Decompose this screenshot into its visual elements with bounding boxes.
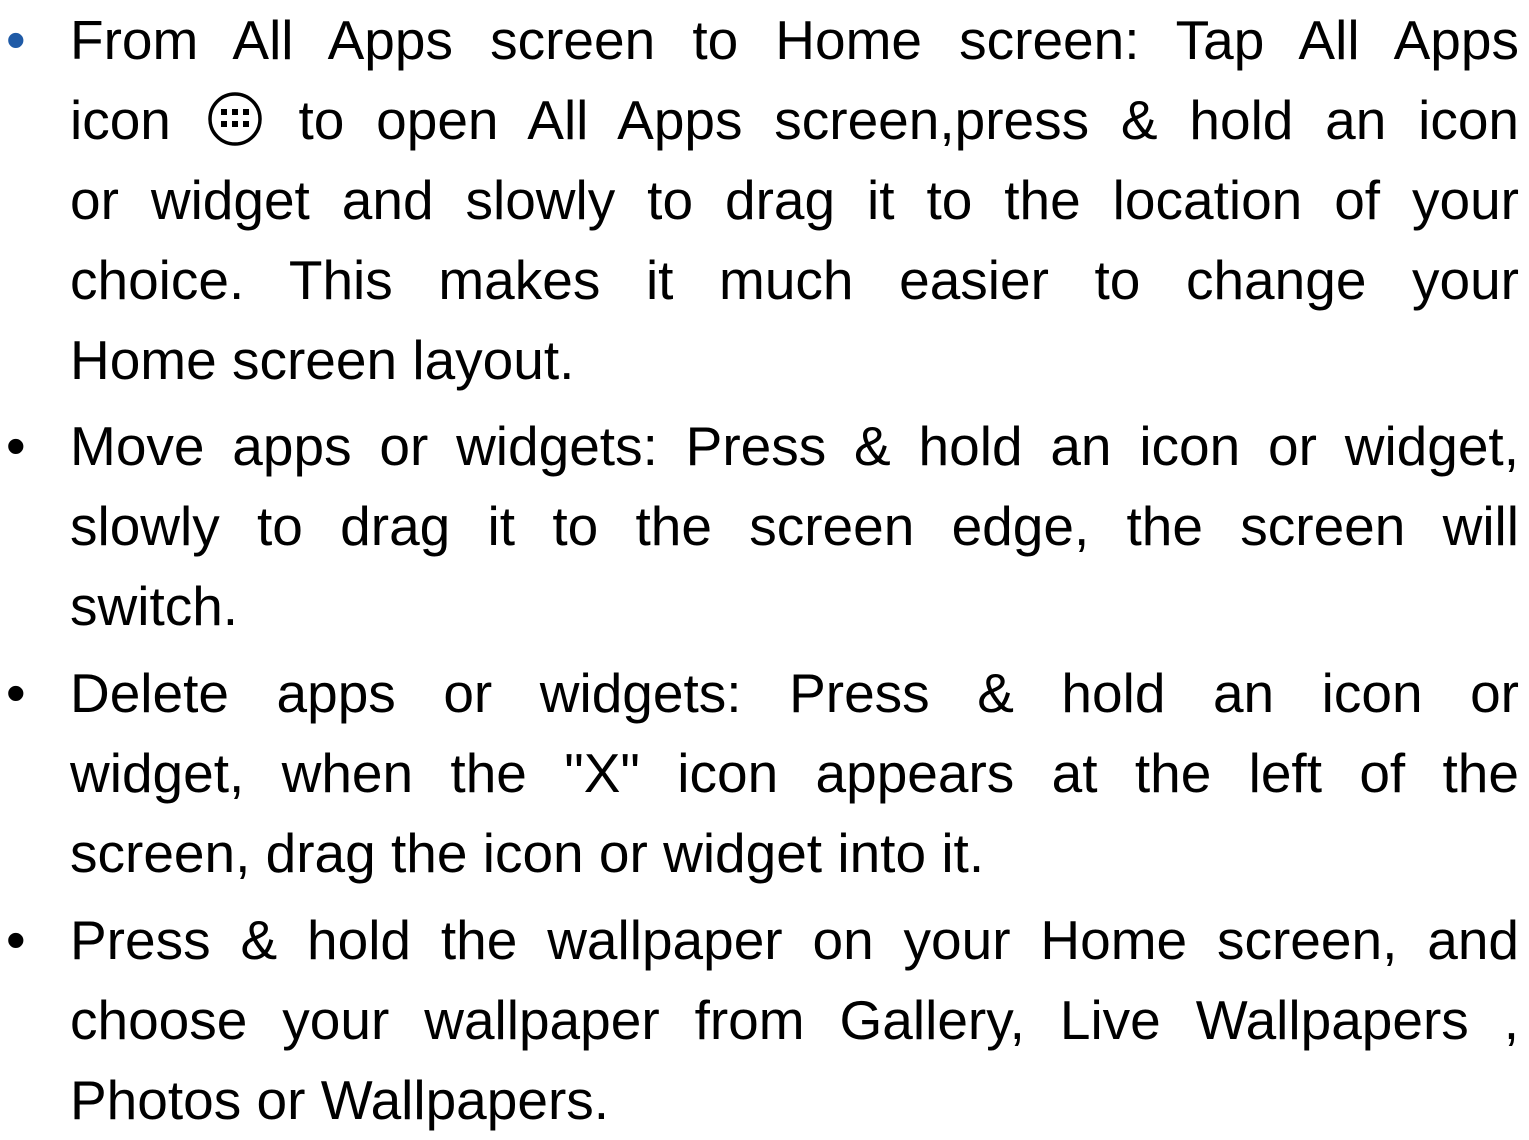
text-line: Delete apps or widgets: Press & hold an … bbox=[70, 662, 1519, 724]
text-line: Press & hold the wallpaper on your Home … bbox=[70, 909, 1519, 971]
paragraph: Press & hold the wallpaper on your Home … bbox=[70, 900, 1519, 1140]
text-fragment: icon bbox=[70, 89, 171, 151]
all-apps-icon bbox=[207, 92, 262, 146]
text-line: Photos or Wallpapers. bbox=[70, 1069, 610, 1131]
text-line: or widget and slowly to drag it to the l… bbox=[70, 169, 1519, 231]
bullet-marker: • bbox=[6, 661, 26, 724]
paragraph: Move apps or widgets: Press & hold an ic… bbox=[70, 406, 1519, 646]
text-line-with-icon: icon to open All Apps screen,press & hol… bbox=[70, 80, 1519, 160]
text-line: choice. This makes it much easier to cha… bbox=[70, 249, 1519, 311]
text-line: screen, drag the icon or widget into it. bbox=[70, 822, 985, 884]
paragraph: From All Apps screen to Home screen: Tap… bbox=[70, 0, 1519, 400]
text-line: widget, when the "X" icon appears at the… bbox=[70, 742, 1519, 804]
text-line: switch. bbox=[70, 575, 239, 637]
text-fragment: to open All Apps screen,press & hold an … bbox=[298, 89, 1520, 151]
text-line: Move apps or widgets: Press & hold an ic… bbox=[70, 415, 1519, 477]
bullet-marker: • bbox=[6, 414, 26, 477]
bullet-marker: • bbox=[6, 908, 26, 971]
text-line: From All Apps screen to Home screen: Tap… bbox=[70, 9, 1519, 71]
bullet-marker: • bbox=[6, 8, 26, 71]
instruction-page: • From All Apps screen to Home screen: T… bbox=[0, 0, 1529, 1131]
text-line: slowly to drag it to the screen edge, th… bbox=[70, 495, 1519, 557]
text-line: choose your wallpaper from Gallery, Live… bbox=[70, 989, 1519, 1051]
text-line: Home screen layout. bbox=[70, 329, 575, 391]
paragraph: Delete apps or widgets: Press & hold an … bbox=[70, 653, 1519, 893]
